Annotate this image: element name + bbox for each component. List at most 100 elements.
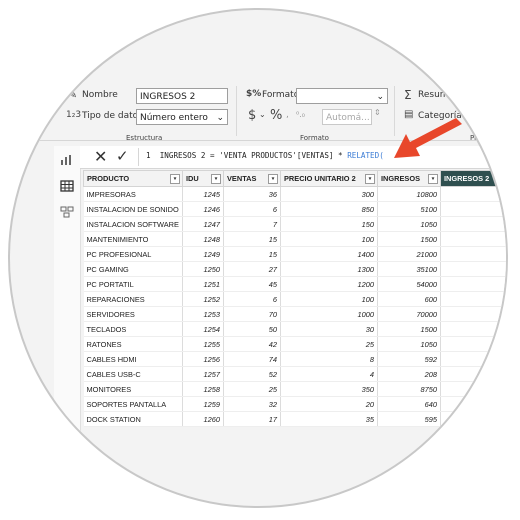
- table-cell[interactable]: 1253: [182, 306, 224, 322]
- table-row[interactable]: RATONES 1255 42 25 1050: [83, 336, 506, 352]
- filter-dropdown-icon[interactable]: ▾: [428, 174, 438, 184]
- table-cell[interactable]: [440, 381, 506, 397]
- table-cell[interactable]: 6: [223, 291, 281, 307]
- format-select[interactable]: ⌄: [296, 88, 388, 104]
- filter-dropdown-icon[interactable]: ▾: [268, 174, 278, 184]
- table-cell[interactable]: 1256: [182, 351, 224, 367]
- table-cell[interactable]: 36: [223, 186, 281, 202]
- decimal-places-input[interactable]: Automá...: [322, 109, 372, 125]
- table-cell[interactable]: [440, 321, 506, 337]
- table-row[interactable]: MONITORES 1258 25 350 8750: [83, 381, 506, 397]
- table-cell[interactable]: 1050: [377, 216, 441, 232]
- table-cell[interactable]: 17: [223, 411, 281, 427]
- table-cell[interactable]: [440, 201, 506, 217]
- table-cell[interactable]: [440, 411, 506, 427]
- report-view-icon[interactable]: [60, 154, 74, 166]
- table-cell[interactable]: PC PORTATIL: [83, 276, 183, 292]
- table-cell[interactable]: 8750: [377, 381, 441, 397]
- table-cell[interactable]: 1050: [377, 336, 441, 352]
- table-cell[interactable]: 1246: [182, 201, 224, 217]
- table-cell[interactable]: 15: [223, 231, 281, 247]
- percent-button[interactable]: %: [270, 108, 282, 123]
- data-view-icon[interactable]: [60, 180, 74, 192]
- table-cell[interactable]: 1500: [377, 231, 441, 247]
- table-cell[interactable]: 100: [280, 291, 378, 307]
- table-cell[interactable]: 21000: [377, 246, 441, 262]
- decimal-increase-icon[interactable]: ⁰.₀: [296, 110, 305, 119]
- table-cell[interactable]: 8: [280, 351, 378, 367]
- table-row[interactable]: PC GAMING 1250 27 1300 35100: [83, 261, 506, 277]
- table-cell[interactable]: 5100: [377, 201, 441, 217]
- table-cell[interactable]: 35100: [377, 261, 441, 277]
- table-cell[interactable]: 52: [223, 366, 281, 382]
- spin-arrows-icon[interactable]: ⇕: [374, 108, 381, 117]
- table-cell[interactable]: 42: [223, 336, 281, 352]
- table-cell[interactable]: SERVIDORES: [83, 306, 183, 322]
- column-header[interactable]: VENTAS ▾: [223, 170, 281, 187]
- table-cell[interactable]: REPARACIONES: [83, 291, 183, 307]
- table-cell[interactable]: 70000: [377, 306, 441, 322]
- table-cell[interactable]: MANTENIMIENTO: [83, 231, 183, 247]
- table-cell[interactable]: 15: [223, 246, 281, 262]
- table-cell[interactable]: 1300: [280, 261, 378, 277]
- table-cell[interactable]: 1200: [280, 276, 378, 292]
- table-cell[interactable]: 1249: [182, 246, 224, 262]
- table-cell[interactable]: 1251: [182, 276, 224, 292]
- table-cell[interactable]: 640: [377, 396, 441, 412]
- table-row[interactable]: IMPRESORAS 1245 36 300 10800: [83, 186, 506, 202]
- table-cell[interactable]: 100: [280, 231, 378, 247]
- table-cell[interactable]: 70: [223, 306, 281, 322]
- datatype-select[interactable]: Número entero ⌄: [136, 109, 228, 125]
- table-cell[interactable]: 150: [280, 216, 378, 232]
- table-cell[interactable]: 1247: [182, 216, 224, 232]
- filter-dropdown-icon[interactable]: ▾: [497, 174, 506, 184]
- table-cell[interactable]: 1254: [182, 321, 224, 337]
- table-row[interactable]: SOPORTES PANTALLA 1259 32 20 640: [83, 396, 506, 412]
- filter-dropdown-icon[interactable]: ▾: [211, 174, 221, 184]
- table-cell[interactable]: 10800: [377, 186, 441, 202]
- table-cell[interactable]: DOCK STATION: [83, 411, 183, 427]
- table-cell[interactable]: 30: [280, 321, 378, 337]
- table-cell[interactable]: 20: [280, 396, 378, 412]
- table-cell[interactable]: 1257: [182, 366, 224, 382]
- table-cell[interactable]: 1000: [280, 306, 378, 322]
- filter-dropdown-icon[interactable]: ▾: [365, 174, 375, 184]
- table-cell[interactable]: 208: [377, 366, 441, 382]
- table-cell[interactable]: 592: [377, 351, 441, 367]
- table-row[interactable]: MANTENIMIENTO 1248 15 100 1500: [83, 231, 506, 247]
- table-cell[interactable]: [440, 261, 506, 277]
- table-cell[interactable]: INSTALACION DE SONIDO: [83, 201, 183, 217]
- table-cell[interactable]: 595: [377, 411, 441, 427]
- currency-button[interactable]: $: [248, 108, 256, 123]
- table-cell[interactable]: 350: [280, 381, 378, 397]
- table-row[interactable]: DOCK STATION 1260 17 35 595: [83, 411, 506, 427]
- table-cell[interactable]: IMPRESORAS: [83, 186, 183, 202]
- table-cell[interactable]: 1260: [182, 411, 224, 427]
- column-header[interactable]: INGRESOS ▾: [377, 170, 441, 187]
- table-cell[interactable]: 35: [280, 411, 378, 427]
- table-row[interactable]: SERVIDORES 1253 70 1000 70000: [83, 306, 506, 322]
- table-cell[interactable]: 45: [223, 276, 281, 292]
- table-cell[interactable]: 1245: [182, 186, 224, 202]
- chevron-down-icon[interactable]: ⌄: [259, 110, 266, 119]
- column-header[interactable]: PRODUCTO ▾: [83, 170, 183, 187]
- table-cell[interactable]: [440, 336, 506, 352]
- cancel-formula-icon[interactable]: ✕: [94, 147, 107, 166]
- table-cell[interactable]: [440, 306, 506, 322]
- table-cell[interactable]: PC PROFESIONAL: [83, 246, 183, 262]
- filter-dropdown-icon[interactable]: ▾: [170, 174, 180, 184]
- table-cell[interactable]: 6: [223, 201, 281, 217]
- table-row[interactable]: INSTALACION SOFTWARE 1247 7 150 1050: [83, 216, 506, 232]
- table-cell[interactable]: TECLADOS: [83, 321, 183, 337]
- table-row[interactable]: TECLADOS 1254 50 30 1500: [83, 321, 506, 337]
- table-cell[interactable]: 27: [223, 261, 281, 277]
- table-cell[interactable]: [440, 351, 506, 367]
- column-header[interactable]: INGRESOS 2 ▾: [440, 170, 506, 187]
- table-row[interactable]: PC PROFESIONAL 1249 15 1400 21000: [83, 246, 506, 262]
- table-cell[interactable]: 1259: [182, 396, 224, 412]
- table-cell[interactable]: 1248: [182, 231, 224, 247]
- column-name-input[interactable]: INGRESOS 2: [136, 88, 228, 104]
- table-cell[interactable]: 7: [223, 216, 281, 232]
- table-cell[interactable]: [440, 276, 506, 292]
- table-cell[interactable]: 54000: [377, 276, 441, 292]
